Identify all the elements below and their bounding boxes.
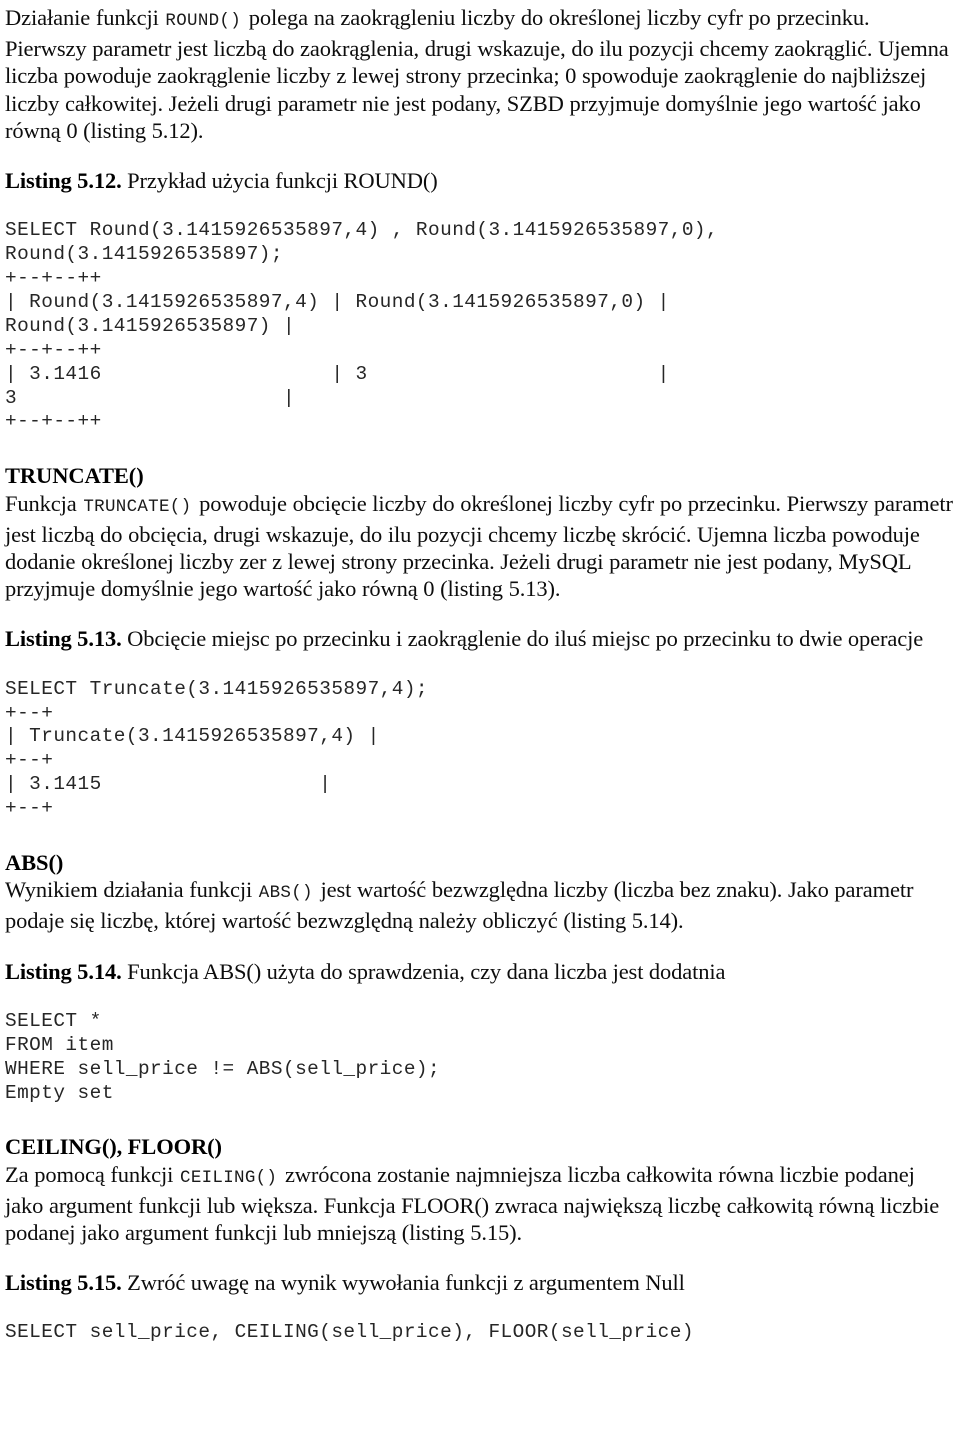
code-block-515: SELECT sell_price, CEILING(sell_price), …	[5, 1321, 694, 1344]
listing-label-514: Listing 5.14.	[5, 958, 122, 984]
paragraph-round-intro: Działanie funkcji ROUND() polega na zaok…	[5, 4, 954, 144]
paragraph-truncate-lead: Funkcja	[5, 490, 83, 516]
listing-caption-514: Listing 5.14. Funkcja ABS() użyta do spr…	[5, 958, 954, 985]
listing-title-515: Zwróć uwagę na wynik wywołania funkcji z…	[121, 1270, 685, 1296]
code-block-512: SELECT Round(3.1415926535897,4) , Round(…	[5, 219, 719, 433]
inline-code-ceiling: CEILING()	[180, 1167, 278, 1188]
code-block-513: SELECT Truncate(3.1415926535897,4); +--+…	[5, 677, 429, 820]
paragraph-abs: Wynikiem działania funkcji ABS() jest wa…	[5, 876, 954, 934]
inline-code-round: ROUND()	[165, 11, 242, 31]
page-content: Działanie funkcji ROUND() polega na zaok…	[0, 0, 960, 1345]
paragraph-round-intro-lead: Działanie funkcji	[5, 5, 165, 30]
listing-title-513: Obcięcie miejsc po przecinku i zaokrągle…	[121, 626, 924, 652]
paragraph-truncate: Funkcja TRUNCATE() powoduje obcięcie lic…	[5, 490, 954, 603]
listing-caption-515: Listing 5.15. Zwróć uwagę na wynik wywoł…	[5, 1269, 954, 1296]
paragraph-abs-lead: Wynikiem działania funkcji	[5, 877, 258, 903]
document-page: Działanie funkcji ROUND() polega na zaok…	[0, 0, 960, 1454]
paragraph-ceiling-floor-lead: Za pomocą funkcji	[5, 1161, 180, 1187]
listing-label-512: Listing 5.12.	[5, 168, 122, 194]
heading-ceiling-floor: CEILING(), FLOOR()	[5, 1134, 222, 1160]
inline-code-abs: ABS()	[258, 883, 313, 904]
listing-title-512: Przykład użycia funkcji ROUND()	[121, 168, 438, 194]
listing-label-515: Listing 5.15.	[5, 1270, 122, 1296]
listing-title-514: Funkcja ABS() użyta do sprawdzenia, czy …	[121, 958, 726, 984]
listing-caption-513: Listing 5.13. Obcięcie miejsc po przecin…	[5, 625, 954, 652]
paragraph-ceiling-floor: Za pomocą funkcji CEILING() zwrócona zos…	[5, 1161, 954, 1247]
code-block-514: SELECT * FROM item WHERE sell_price != A…	[5, 1009, 441, 1104]
heading-abs: ABS()	[5, 850, 64, 876]
inline-code-truncate: TRUNCATE()	[83, 496, 192, 517]
listing-label-513: Listing 5.13.	[5, 626, 122, 652]
listing-caption-512: Listing 5.12. Przykład użycia funkcji RO…	[5, 167, 954, 194]
heading-truncate: TRUNCATE()	[5, 463, 144, 489]
